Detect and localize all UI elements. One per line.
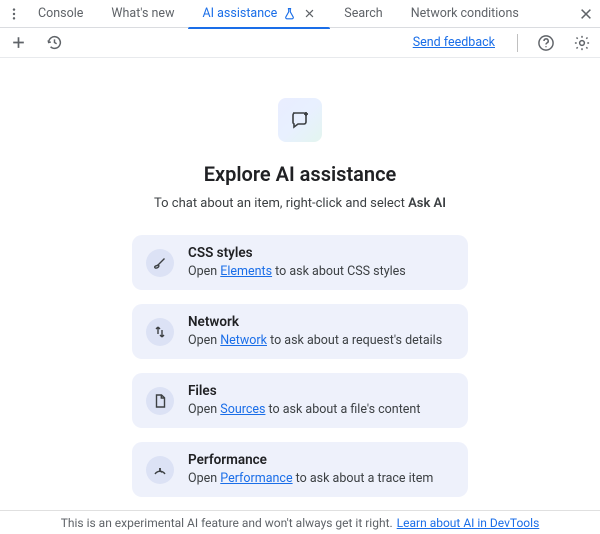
main-content: Explore AI assistance To chat about an i… xyxy=(0,58,600,497)
card-files[interactable]: Files Open Sources to ask about a file's… xyxy=(132,373,468,428)
tab-label: What's new xyxy=(111,6,174,21)
history-button[interactable] xyxy=(42,31,66,55)
subtitle-bold: Ask AI xyxy=(408,196,446,211)
ai-chat-icon xyxy=(278,98,322,142)
elements-link[interactable]: Elements xyxy=(220,264,272,279)
brush-icon xyxy=(146,249,174,277)
panel-close-icon[interactable] xyxy=(572,0,600,28)
performance-link[interactable]: Performance xyxy=(220,471,292,486)
card-css-styles[interactable]: CSS styles Open Elements to ask about CS… xyxy=(132,235,468,290)
tab-label: AI assistance xyxy=(202,6,277,21)
card-desc: Open Sources to ask about a file's conte… xyxy=(188,401,454,419)
footer-text: This is an experimental AI feature and w… xyxy=(61,516,393,530)
card-title: Performance xyxy=(188,452,454,470)
tab-console[interactable]: Console xyxy=(24,0,97,28)
tab-network-conditions[interactable]: Network conditions xyxy=(397,0,533,28)
cards-list: CSS styles Open Elements to ask about CS… xyxy=(132,235,468,497)
card-network[interactable]: Network Open Network to ask about a requ… xyxy=(132,304,468,359)
tab-label: Network conditions xyxy=(411,6,519,21)
send-feedback-link[interactable]: Send feedback xyxy=(413,35,495,50)
tab-ai-assistance[interactable]: AI assistance xyxy=(188,0,330,28)
card-desc: Open Elements to ask about CSS styles xyxy=(188,263,454,281)
tab-strip: Console What's new AI assistance Search … xyxy=(0,0,600,28)
file-icon xyxy=(146,387,174,415)
card-desc: Open Performance to ask about a trace it… xyxy=(188,470,454,488)
card-title: Files xyxy=(188,383,454,401)
divider xyxy=(517,34,518,52)
footer: This is an experimental AI feature and w… xyxy=(0,510,600,534)
tab-label: Search xyxy=(344,6,382,21)
performance-icon xyxy=(146,456,174,484)
network-icon xyxy=(146,318,174,346)
card-performance[interactable]: Performance Open Performance to ask abou… xyxy=(132,442,468,497)
page-subtitle: To chat about an item, right-click and s… xyxy=(154,196,446,211)
card-desc: Open Network to ask about a request's de… xyxy=(188,332,454,350)
settings-button[interactable] xyxy=(570,31,594,55)
tab-label: Console xyxy=(38,6,83,21)
page-title: Explore AI assistance xyxy=(204,162,397,186)
network-link[interactable]: Network xyxy=(220,333,267,348)
close-icon[interactable] xyxy=(302,7,316,21)
sources-link[interactable]: Sources xyxy=(220,402,265,417)
card-title: CSS styles xyxy=(188,245,454,263)
tab-search[interactable]: Search xyxy=(330,0,396,28)
more-tabs-icon[interactable] xyxy=(4,0,24,28)
tab-whats-new[interactable]: What's new xyxy=(97,0,188,28)
new-chat-button[interactable] xyxy=(6,31,30,55)
learn-about-ai-link[interactable]: Learn about AI in DevTools xyxy=(397,516,540,530)
subtitle-text: To chat about an item, right-click and s… xyxy=(154,196,408,211)
help-button[interactable] xyxy=(534,31,558,55)
toolbar: Send feedback xyxy=(0,28,600,58)
card-title: Network xyxy=(188,314,454,332)
flask-icon xyxy=(283,7,296,20)
